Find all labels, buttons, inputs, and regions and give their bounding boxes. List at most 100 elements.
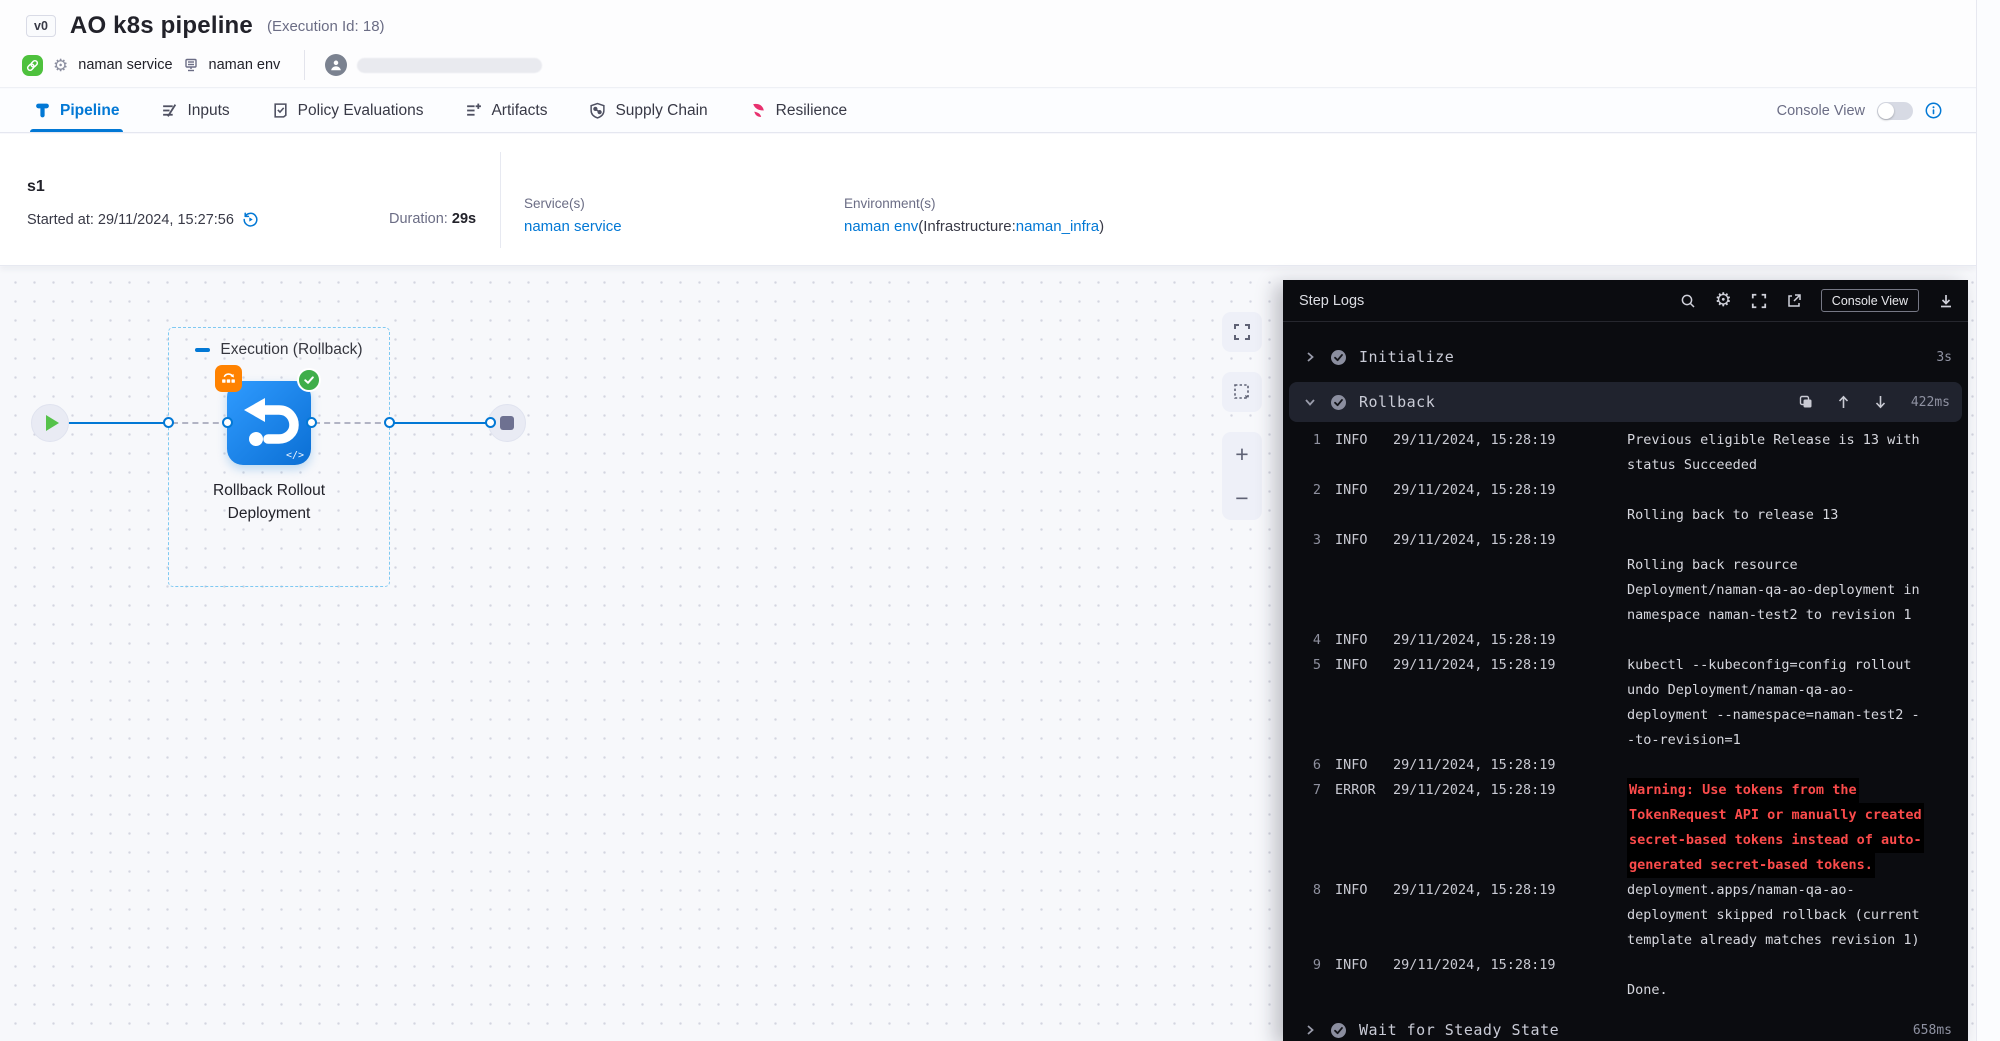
- tab-label: Inputs: [187, 102, 229, 120]
- log-timestamp: 29/11/2024, 15:28:19: [1393, 628, 1555, 653]
- console-view-toggle[interactable]: [1877, 102, 1913, 120]
- execution-history-icon[interactable]: [242, 211, 259, 228]
- zoom-in-icon[interactable]: +: [1235, 443, 1248, 466]
- service-name[interactable]: naman service: [78, 57, 172, 73]
- user-avatar-icon: [325, 54, 347, 76]
- log-message: deployment.apps/naman-qa-ao-deployment s…: [1627, 878, 1920, 953]
- log-level: INFO: [1335, 878, 1381, 953]
- log-row-3: 3INFO29/11/2024, 15:28:19Rolling back re…: [1283, 528, 1958, 628]
- service-link[interactable]: naman service: [524, 218, 622, 235]
- log-message: Warning: Use tokens from theTokenRequest…: [1627, 778, 1924, 878]
- execution-id: (Execution Id: 18): [267, 18, 385, 35]
- chevron-right-icon[interactable]: [1297, 1025, 1323, 1035]
- chevron-right-icon[interactable]: [1297, 352, 1323, 362]
- rollback-step-node[interactable]: </>: [227, 381, 311, 465]
- tab-label: Policy Evaluations: [298, 102, 424, 120]
- service-gear-icon: ⚙: [53, 57, 68, 74]
- tab-inputs[interactable]: Inputs: [161, 89, 229, 132]
- log-timestamp: 29/11/2024, 15:28:19: [1393, 653, 1555, 753]
- tab-label: Artifacts: [491, 102, 547, 120]
- log-timestamp: 29/11/2024, 15:28:19: [1393, 953, 1555, 1003]
- section-name: Rollback: [1359, 393, 1435, 411]
- step-logs-header-icons: ⚙ Console View: [1680, 289, 1954, 312]
- connector-dot: [306, 417, 317, 428]
- connector-line: [66, 422, 170, 424]
- marquee-select-icon[interactable]: [1222, 372, 1262, 412]
- step-logs-panel: Step Logs ⚙ Console View: [1283, 280, 1968, 1041]
- log-row-7: 7ERROR29/11/2024, 15:28:19Warning: Use t…: [1283, 778, 1958, 878]
- title-row: v0 AO k8s pipeline (Execution Id: 18): [0, 0, 1976, 40]
- log-timestamp: 29/11/2024, 15:28:19: [1393, 428, 1555, 478]
- copy-icon[interactable]: [1799, 395, 1813, 409]
- page-title: AO k8s pipeline: [70, 12, 253, 40]
- open-in-new-icon[interactable]: [1786, 293, 1802, 309]
- tab-pipeline[interactable]: Pipeline: [34, 89, 119, 132]
- console-view-label: Console View: [1777, 103, 1865, 119]
- collapse-minus-icon[interactable]: [195, 348, 210, 352]
- log-line-number: 8: [1283, 878, 1321, 953]
- connector-dot: [384, 417, 395, 428]
- log-level: INFO: [1335, 628, 1381, 653]
- fullscreen-icon[interactable]: [1222, 312, 1262, 352]
- log-level: INFO: [1335, 653, 1381, 753]
- tab-label: Resilience: [776, 102, 848, 120]
- tab-artifacts[interactable]: Artifacts: [465, 89, 547, 132]
- step-logs-header: Step Logs ⚙ Console View: [1283, 280, 1968, 322]
- stage-name[interactable]: s1: [27, 178, 45, 196]
- version-badge[interactable]: v0: [26, 15, 56, 37]
- page-scrollbar-gutter[interactable]: [1976, 0, 2000, 1041]
- log-lines[interactable]: 1INFO29/11/2024, 15:28:19Previous eligib…: [1283, 422, 1968, 1011]
- search-icon[interactable]: [1680, 293, 1696, 309]
- tab-supply-chain[interactable]: Supply Chain: [589, 89, 707, 132]
- log-level: INFO: [1335, 953, 1381, 1003]
- tab-resilience[interactable]: Resilience: [750, 89, 848, 132]
- log-line-number: 9: [1283, 953, 1321, 1003]
- zoom-out-icon[interactable]: −: [1235, 487, 1248, 510]
- canvas-controls: + −: [1222, 312, 1262, 520]
- info-icon[interactable]: [1925, 102, 1942, 119]
- tabbar-right: Console View: [1777, 102, 1976, 120]
- settings-gear-icon[interactable]: ⚙: [1715, 291, 1732, 310]
- duration-value: 29s: [452, 211, 476, 227]
- log-level: INFO: [1335, 753, 1381, 778]
- environment-name[interactable]: naman env: [209, 57, 281, 73]
- services-label: Service(s): [524, 196, 622, 211]
- success-status-icon: [1323, 349, 1353, 366]
- toggle-knob: [1878, 103, 1894, 119]
- console-view-button[interactable]: Console View: [1821, 289, 1919, 312]
- supply-chain-icon: [589, 102, 606, 119]
- duration-label: Duration:: [389, 211, 448, 227]
- rollback-step-label: Rollback Rollout Deployment: [194, 479, 344, 525]
- log-section-rollback[interactable]: Rollback 422ms: [1289, 382, 1962, 422]
- log-row-1: 1INFO29/11/2024, 15:28:19Previous eligib…: [1283, 428, 1958, 478]
- resilience-icon: [750, 102, 767, 119]
- log-line-number: 2: [1283, 478, 1321, 528]
- download-icon[interactable]: [1938, 293, 1954, 309]
- log-section-initialize[interactable]: Initialize 3s: [1283, 338, 1968, 376]
- section-name: Wait for Steady State: [1359, 1021, 1559, 1039]
- page-header: v0 AO k8s pipeline (Execution Id: 18) ⚙ …: [0, 0, 1976, 88]
- connector-line: [392, 422, 492, 424]
- infrastructure-prefix: (Infrastructure:: [918, 218, 1016, 235]
- log-row-9: 9INFO29/11/2024, 15:28:19Done.: [1283, 953, 1958, 1003]
- environment-link[interactable]: naman env: [844, 218, 918, 235]
- section-name: Initialize: [1359, 348, 1454, 366]
- log-row-2: 2INFO29/11/2024, 15:28:19Rolling back to…: [1283, 478, 1958, 528]
- tab-policy-evaluations[interactable]: Policy Evaluations: [272, 89, 424, 132]
- environments-label: Environment(s): [844, 196, 1104, 211]
- tab-label: Supply Chain: [615, 102, 707, 120]
- expand-icon[interactable]: [1751, 293, 1767, 309]
- section-duration: 3s: [1936, 350, 1952, 365]
- chevron-down-icon[interactable]: [1297, 397, 1323, 407]
- section-duration: 658ms: [1913, 1023, 1952, 1038]
- cd-module-icon: [22, 55, 43, 76]
- arrow-up-icon[interactable]: [1837, 395, 1850, 409]
- tab-label: Pipeline: [60, 102, 119, 120]
- code-glyph: </>: [286, 450, 304, 461]
- success-status-icon: [1323, 1022, 1353, 1039]
- arrow-down-icon[interactable]: [1874, 395, 1887, 409]
- started-at-text: Started at: 29/11/2024, 15:27:56: [27, 212, 234, 228]
- infrastructure-suffix: ): [1099, 218, 1104, 235]
- log-section-wait-for-steady-state[interactable]: Wait for Steady State 658ms: [1283, 1011, 1968, 1041]
- infrastructure-link[interactable]: naman_infra: [1016, 218, 1099, 235]
